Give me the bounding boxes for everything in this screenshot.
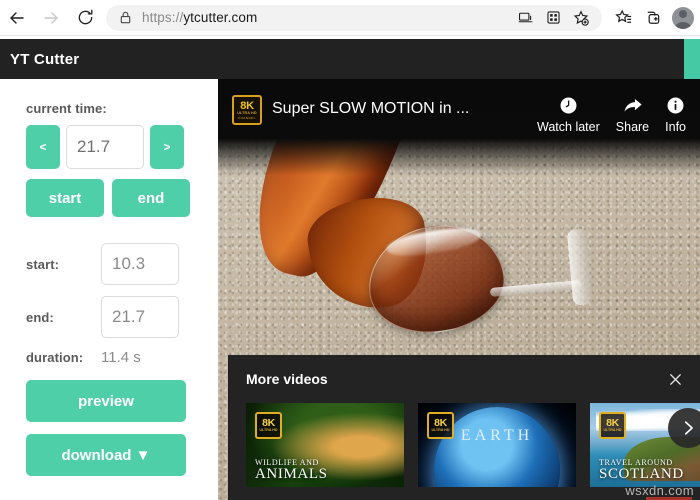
more-videos-panel: More videos 8K ULTRA HD WILDLIFE AND ANI… [228,355,700,500]
thumb-badge-sub: ULTRA HD [431,428,450,432]
browser-window: https://ytcutter.com YT Cutter current t… [0,0,700,500]
share-label: Share [615,120,650,134]
watch-later-label: Watch later [537,120,600,134]
watch-later-button[interactable]: Watch later [537,93,600,134]
watermark-text: wsxdn.com [625,483,694,498]
tab-group-add-icon[interactable] [639,5,665,31]
thumb-badge-sub: ULTRA HD [603,428,622,432]
next-videos-button[interactable] [668,407,700,448]
end-input[interactable] [101,296,179,338]
url-host: ytcutter.com [183,10,258,25]
more-videos-title: More videos [246,371,328,387]
collections-grid-icon[interactable] [540,5,566,31]
video-player[interactable]: 8K ULTRA HD CHANNEL Super SLOW MOTION in… [218,79,700,500]
download-button[interactable]: download ▼ [26,434,186,476]
clock-icon [559,93,578,117]
thumb-8k-badge: 8K ULTRA HD [255,412,282,439]
page-title: YT Cutter [10,50,80,68]
duration-label: duration: [26,350,84,365]
profile-avatar[interactable] [672,6,694,29]
address-bar-icons [512,5,594,31]
url-scheme: https:// [142,10,184,25]
reload-button[interactable] [68,1,102,35]
channel-8k-badge: 8K ULTRA HD CHANNEL [232,95,262,125]
back-button[interactable] [0,1,34,35]
thumb-caption-main: SCOTLAND [599,466,684,482]
duration-value: 11.4 s [101,349,141,366]
forward-button[interactable] [34,1,68,35]
video-top-overlay: 8K ULTRA HD CHANNEL Super SLOW MOTION in… [218,79,700,175]
thumb-8k-badge: 8K ULTRA HD [427,412,454,439]
favorites-list-icon[interactable] [610,5,636,31]
lock-icon [118,10,134,26]
current-time-label: current time: [26,101,107,116]
browser-toolbar: https://ytcutter.com [0,0,700,36]
header-accent-strip [684,39,700,79]
badge-channel-text: CHANNEL [238,115,256,120]
address-bar[interactable]: https://ytcutter.com [106,4,602,31]
more-videos-header: More videos [228,367,700,391]
current-time-row: < > [26,125,218,169]
step-back-button[interactable]: < [26,125,60,169]
start-input[interactable] [101,243,179,285]
step-forward-button[interactable]: > [150,125,184,169]
thumbnail-earth[interactable]: EARTH 8K ULTRA HD [418,403,576,487]
cast-device-icon[interactable] [512,5,538,31]
thumb-caption: TRAVEL AROUND SCOTLAND [599,459,684,482]
set-start-button[interactable]: start [26,179,104,217]
browser-action-icons [610,5,700,31]
set-marker-row: start end [26,179,218,217]
url-text: https://ytcutter.com [142,10,512,25]
close-icon[interactable] [667,371,684,388]
video-actions: Watch later Share Info [537,93,686,134]
thumb-caption-main: ANIMALS [255,466,328,482]
app-header: YT Cutter [0,39,700,79]
info-circle-icon [666,93,685,117]
thumbnail-wildlife[interactable]: 8K ULTRA HD WILDLIFE AND ANIMALS [246,403,404,487]
end-label: end: [26,309,54,325]
video-title[interactable]: Super SLOW MOTION in ... [272,93,537,125]
editor-sidebar: current time: < > start end start: end: … [0,79,218,500]
preview-button[interactable]: preview [26,380,186,422]
badge-8k-text: 8K [240,99,254,112]
thumb-badge-sub: ULTRA HD [259,428,278,432]
start-row: start: [26,243,218,285]
thumb-badge-text: 8K [434,417,447,429]
add-favorite-icon[interactable] [568,5,594,31]
info-label: Info [665,120,686,134]
share-button[interactable]: Share [616,93,649,134]
thumb-caption: WILDLIFE AND ANIMALS [255,459,328,482]
current-time-input[interactable] [66,125,144,169]
info-button[interactable]: Info [665,93,686,134]
set-end-button[interactable]: end [112,179,190,217]
thumbnail-list: 8K ULTRA HD WILDLIFE AND ANIMALS EARTH 8… [228,391,700,487]
watermark: wsxdn.com [625,483,694,500]
share-arrow-icon [622,93,643,117]
thumb-badge-text: 8K [262,417,275,429]
start-label: start: [26,256,60,272]
duration-row: duration: 11.4 s [26,349,218,366]
thumb-badge-text: 8K [606,417,619,429]
end-row: end: [26,296,218,338]
thumb-8k-badge: 8K ULTRA HD [599,412,626,439]
